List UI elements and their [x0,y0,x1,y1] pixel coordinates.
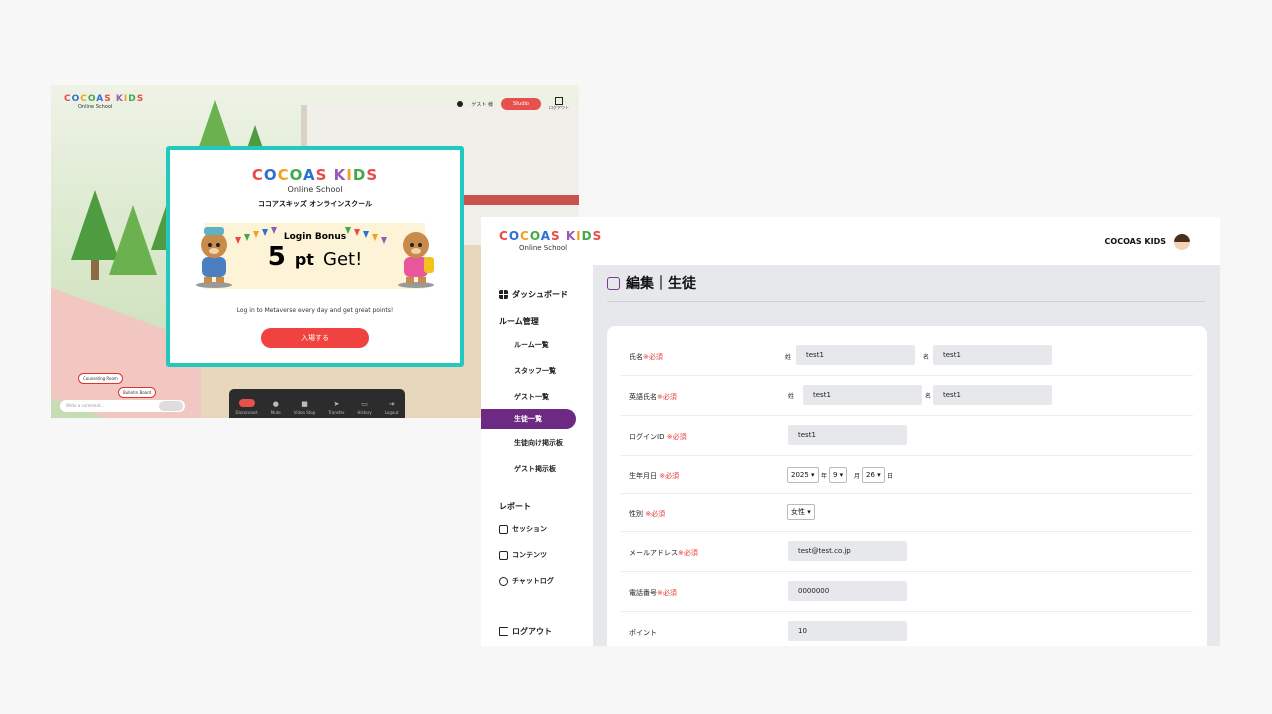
contents-icon [499,550,508,560]
birthdate-label: 生年月日 ※必須 [629,472,680,480]
en-last-name-input[interactable]: test1 [803,385,922,405]
camera-icon: ■ [301,400,308,408]
sidebar-item-guest-list[interactable]: ゲスト一覧 [514,392,549,402]
popup-brand-logo: COCOAS KIDS [251,166,379,184]
sidebar-item-contents[interactable]: コンテンツ [499,550,547,560]
chat-icon: ▭ [361,400,368,408]
popup-kana-title: ココアスキッズ オンラインスクール [257,200,373,208]
login-bonus-banner: Login Bonus 5 pt Get! [205,223,425,289]
dashboard-icon [499,290,508,299]
disconnect-toggle[interactable]: Disconnect [236,399,258,415]
bear-mascot-right [398,232,434,288]
admin-online-school: Online School [519,244,568,252]
transfer-button[interactable]: ➤ Transfer [328,400,344,415]
gender-select[interactable]: 女性 ▾ [787,504,815,520]
admin-brand-logo[interactable]: COCOAS KIDS [499,229,602,243]
sidebar-item-chatlog[interactable]: チャットログ [499,576,554,586]
en-last-name-prefix: 姓 [788,393,795,400]
user-name[interactable]: COCOAS KIDS [1105,237,1166,246]
first-name-input[interactable]: test1 [933,345,1052,365]
page-title: 編集｜生徒 [607,273,696,293]
mute-button[interactable]: ● Mute [271,400,281,415]
phone-input[interactable]: 0000000 [788,581,907,601]
bunting-right [345,227,395,247]
student-badge-icon [607,276,620,290]
bear-mascot-left [196,227,232,288]
sidebar-item-logout[interactable]: ログアウト [499,626,552,637]
logout-button[interactable]: ⇥ Logout [385,400,399,415]
birth-year-select[interactable]: 2025 ▾ [787,467,819,483]
sidebar: ダッシュボード ルーム管理 ルーム一覧 スタッフ一覧 ゲスト一覧 生徒一覧 生徒… [481,265,593,646]
sidebar-item-student-board[interactable]: 生徒向け掲示板 [514,438,563,448]
bunting-left [235,227,285,247]
sidebar-item-student-list[interactable]: 生徒一覧 [481,409,576,429]
edit-student-form: 氏名※必須 姓 test1 名 test1 英語氏名※必須 姓 test1 名 … [607,326,1207,646]
login-id-label: ログインID ※必須 [629,433,687,441]
sidebar-item-room-list[interactable]: ルーム一覧 [514,340,549,350]
login-id-input[interactable]: test1 [788,425,907,445]
phone-label: 電話番号※必須 [629,589,677,597]
admin-header: COCOAS KIDS Online School COCOAS KIDS [481,217,1220,265]
sidebar-section-report: レポート [499,502,531,511]
sidebar-item-session[interactable]: セッション [499,524,547,534]
video-stop-button[interactable]: ■ Video Stop [294,400,316,415]
sidebar-item-staff-list[interactable]: スタッフ一覧 [514,366,556,376]
tree [109,205,157,275]
logout-icon [499,627,508,636]
form-row-birthdate: 生年月日 ※必須 2025 ▾ 年 9 ▾ 月 26 ▾ 日 [621,456,1193,494]
chat-send-button[interactable] [159,401,183,411]
popup-description: Log in to Metaverse every day and get gr… [236,307,394,314]
form-row-login-id: ログインID ※必須 test1 [621,416,1193,456]
last-name-input[interactable]: test1 [796,345,915,365]
history-button[interactable]: ▭ History [357,400,371,415]
title-divider [607,301,1205,302]
session-icon [499,524,508,534]
form-row-gender: 性別 ※必須 女性 ▾ [621,494,1193,532]
sidebar-section-room: ルーム管理 [499,317,539,326]
email-label: メールアドレス※必須 [629,549,698,557]
year-unit: 年 [821,473,828,480]
sidebar-item-guest-board[interactable]: ゲスト掲示板 [514,464,556,474]
metaverse-topbar: ゲスト 様 Studio ログアウト [457,97,569,111]
email-field[interactable]: test@test.co.jp [788,541,907,561]
en-first-name-prefix: 名 [925,393,932,400]
enter-button[interactable]: 入場する [261,328,369,348]
month-unit: 月 [854,473,861,480]
popup-online-school: Online School [287,185,343,194]
birth-month-select[interactable]: 9 ▾ [829,467,848,483]
login-bonus-popup: COCOAS KIDS Online School ココアスキッズ オンラインス… [166,146,464,367]
en-first-name-input[interactable]: test1 [933,385,1052,405]
points-label: ポイント [629,629,657,637]
form-row-name: 氏名※必須 姓 test1 名 test1 [621,340,1193,376]
gender-label: 性別 ※必須 [629,510,666,518]
birth-day-select[interactable]: 26 ▾ [862,467,885,483]
form-row-email: メールアドレス※必須 test@test.co.jp [621,532,1193,572]
main-content: 編集｜生徒 氏名※必須 姓 test1 名 test1 英語氏名※必須 姓 te… [593,265,1220,646]
first-name-prefix: 名 [923,354,930,361]
form-row-phone: 電話番号※必須 0000000 [621,572,1193,612]
help-icon[interactable] [457,101,464,107]
chat-icon [499,576,508,586]
admin-screenshot: COCOAS KIDS Online School COCOAS KIDS ダッ… [481,217,1220,646]
avatar[interactable] [1174,234,1190,250]
logout-icon[interactable]: ログアウト [549,97,569,111]
tree-trunk [91,260,99,280]
counseling-room-bubble[interactable]: Counseling Room [78,373,123,384]
send-icon: ➤ [333,400,340,408]
metaverse-logo: COCOAS KIDS Online School [64,94,145,110]
points-input[interactable]: 10 [788,621,907,641]
form-row-points: ポイント 10 [621,612,1193,646]
last-name-prefix: 姓 [785,354,792,361]
bulletin-board-bubble[interactable]: Bulletin Board [118,387,157,398]
sidebar-item-dashboard[interactable]: ダッシュボード [499,289,568,300]
metaverse-toolbar: Disconnect ● Mute ■ Video Stop ➤ Transfer ▭… [229,389,405,418]
mic-icon: ● [272,400,279,408]
en-name-label: 英語氏名※必須 [629,393,677,401]
day-unit: 日 [887,473,894,480]
exit-icon: ⇥ [388,400,395,408]
topbar-user-label: ゲスト 様 [471,101,493,108]
name-label: 氏名※必須 [629,353,663,361]
studio-button[interactable]: Studio [501,98,541,110]
form-row-en-name: 英語氏名※必須 姓 test1 名 test1 [621,376,1193,416]
